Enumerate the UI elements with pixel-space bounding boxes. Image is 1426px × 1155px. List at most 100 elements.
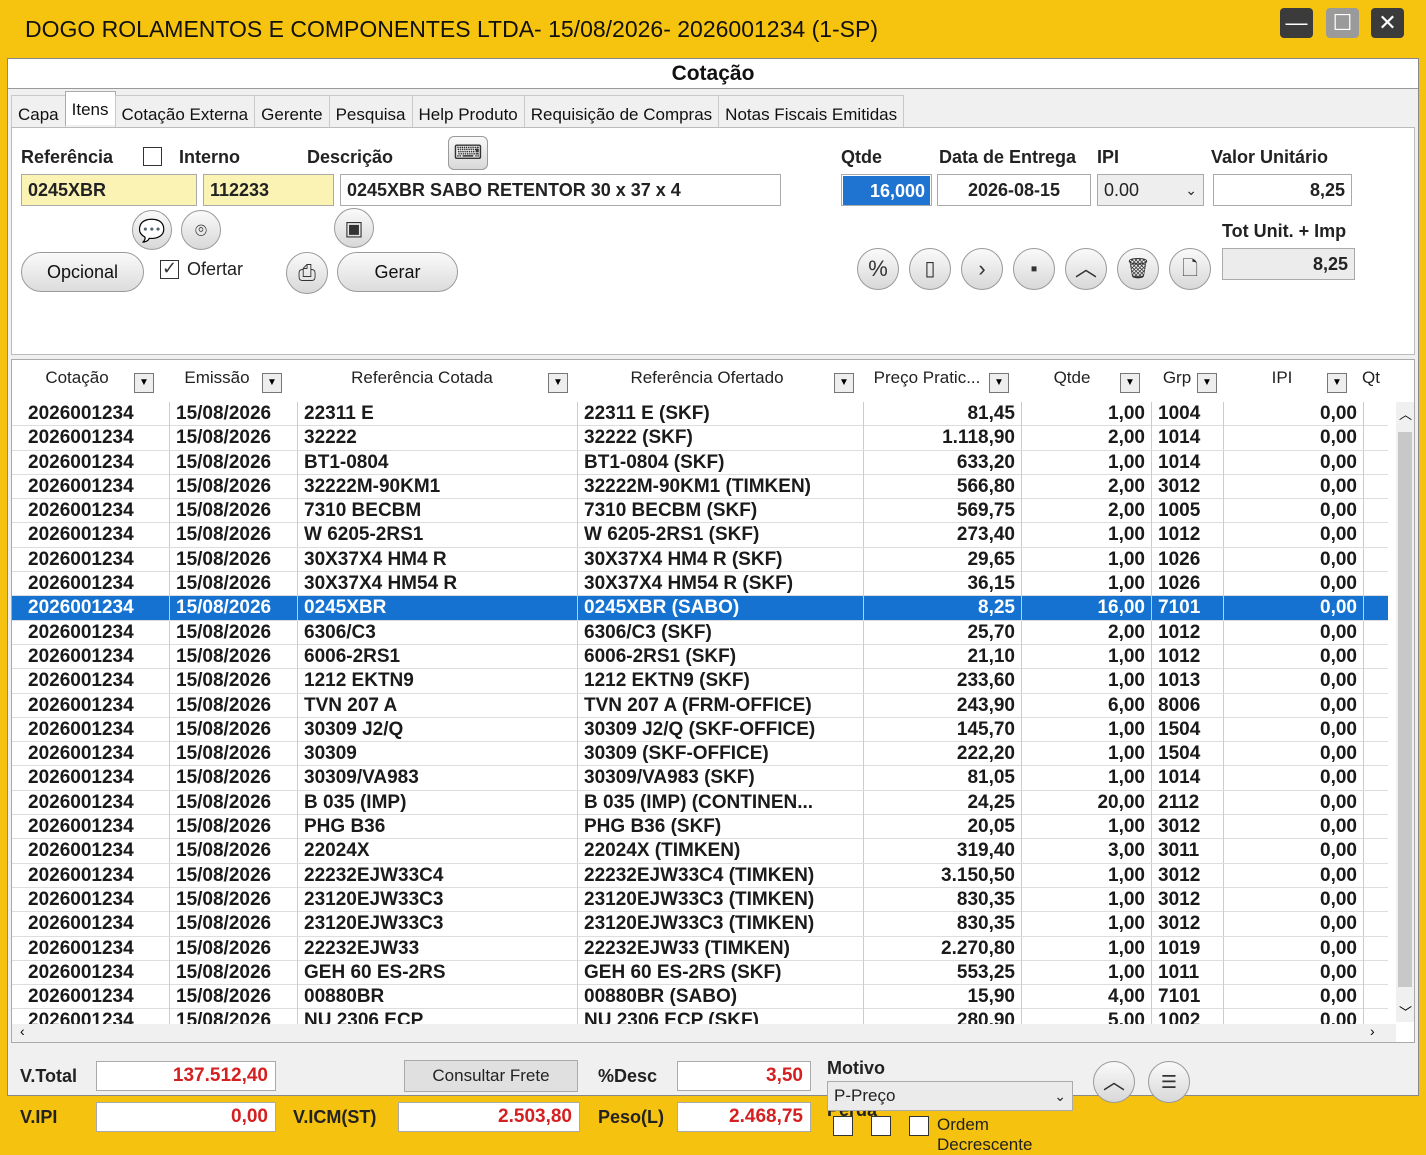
cell-cotacao: 2026001234 bbox=[22, 815, 170, 840]
chevron-down-icon[interactable]: ▼ bbox=[1120, 373, 1140, 393]
referencia-checkbox[interactable] bbox=[143, 147, 162, 166]
speech-bubble-icon[interactable]: 💬 bbox=[132, 210, 172, 250]
chevron-right-icon[interactable]: › bbox=[961, 248, 1003, 290]
chevron-up-icon[interactable]: ︿ bbox=[1065, 248, 1107, 290]
trash-icon[interactable]: 🗑 bbox=[1117, 248, 1159, 290]
chevron-down-icon: ⌄ bbox=[1185, 182, 1197, 198]
motivo-perda-select[interactable]: P-Preço ⌄ bbox=[827, 1081, 1073, 1111]
tab-help-produto[interactable]: Help Produto bbox=[411, 95, 525, 127]
col-preco-praticado[interactable]: Preço Pratic... bbox=[867, 360, 987, 394]
chevron-up-icon[interactable]: ︿ bbox=[1093, 1061, 1135, 1103]
table-row[interactable]: 2026001234 15/08/2026 TVN 207 A TVN 207 A (… bbox=[12, 693, 1388, 718]
save-icon[interactable]: ▪ bbox=[1013, 248, 1055, 290]
keyboard-icon[interactable]: ⌨ bbox=[448, 136, 488, 170]
table-row[interactable]: 2026001234 15/08/2026 6006-2RS1 6006-2RS1 (… bbox=[12, 644, 1388, 670]
percent-icon[interactable]: % bbox=[857, 248, 899, 290]
table-row[interactable]: 2026001234 15/08/2026 BT1-0804 BT1-0804 (SK… bbox=[12, 450, 1388, 475]
chevron-down-icon[interactable]: ▼ bbox=[1197, 373, 1217, 393]
scroll-down-icon[interactable]: ﹀ bbox=[1399, 1002, 1412, 1021]
qtde-input[interactable]: 16,000 bbox=[841, 174, 932, 206]
col-qt[interactable]: Qt bbox=[1362, 360, 1392, 394]
table-row[interactable]: 2026001234 15/08/2026 B 035 (IMP) B 035 (IM… bbox=[12, 790, 1388, 816]
package-icon[interactable]: ▣ bbox=[334, 208, 374, 248]
tab-requisicao-compras[interactable]: Requisição de Compras bbox=[523, 95, 720, 127]
cell-referencia-cotada: 6306/C3 bbox=[298, 620, 578, 645]
printer-icon[interactable]: ⎙ bbox=[286, 252, 328, 294]
consultar-frete-button[interactable]: Consultar Frete bbox=[404, 1060, 578, 1092]
scroll-right-icon[interactable]: › bbox=[1370, 1023, 1375, 1039]
cell-referencia-ofertado: 00880BR (SABO) bbox=[578, 985, 864, 1010]
gerar-button[interactable]: Gerar bbox=[337, 252, 458, 292]
tab-notas-fiscais[interactable]: Notas Fiscais Emitidas bbox=[718, 95, 905, 127]
cell-grp: 1011 bbox=[1152, 960, 1224, 985]
col-emissao[interactable]: Emissão bbox=[167, 360, 267, 394]
data-entrega-input[interactable]: 2026-08-15 bbox=[937, 174, 1091, 206]
table-row[interactable]: 2026001234 15/08/2026 22232EJW33 22232EJW33… bbox=[12, 936, 1388, 961]
ipi-select[interactable]: 0.00 ⌄ bbox=[1097, 174, 1204, 206]
chevron-down-icon[interactable]: ▼ bbox=[834, 373, 854, 393]
close-icon[interactable]: ✕ bbox=[1371, 8, 1404, 38]
referencia-input[interactable]: 0245XBR bbox=[21, 174, 197, 206]
col-referencia-ofertado[interactable]: Referência Ofertado bbox=[582, 360, 832, 394]
col-ipi[interactable]: IPI bbox=[1232, 360, 1332, 394]
table-row[interactable]: 2026001234 15/08/2026 0245XBR 0245XBR (SABO… bbox=[12, 596, 1388, 621]
table-row[interactable]: 2026001234 15/08/2026 PHG B36 PHG B36 (SKF)… bbox=[12, 815, 1388, 840]
chevron-down-icon[interactable]: ▼ bbox=[262, 373, 282, 393]
interno-input[interactable]: 112233 bbox=[203, 174, 334, 206]
table-row[interactable]: 2026001234 15/08/2026 1212 EKTN9 1212 EKTN9… bbox=[12, 669, 1388, 694]
table-row[interactable]: 2026001234 15/08/2026 GEH 60 ES-2RS GEH 60 … bbox=[12, 960, 1388, 986]
chevron-down-icon[interactable]: ▼ bbox=[548, 373, 568, 393]
ordem-decrescente-checkbox[interactable] bbox=[909, 1116, 929, 1136]
desc-input[interactable]: 3,50 bbox=[677, 1061, 811, 1091]
table-row[interactable]: 2026001234 15/08/2026 30X37X4 HM54 R 30X37X… bbox=[12, 572, 1388, 597]
table-row[interactable]: 2026001234 15/08/2026 W 6205-2RS1 W 6205-2R… bbox=[12, 523, 1388, 548]
minimize-icon[interactable]: — bbox=[1280, 8, 1313, 38]
tab-pesquisa[interactable]: Pesquisa bbox=[328, 95, 413, 127]
tab-gerente[interactable]: Gerente bbox=[254, 95, 330, 127]
cell-ipi: 0,00 bbox=[1224, 887, 1364, 912]
col-referencia-cotada[interactable]: Referência Cotada bbox=[302, 360, 542, 394]
scroll-up-icon[interactable]: ︿ bbox=[1399, 404, 1412, 423]
option-checkbox-1[interactable] bbox=[833, 1116, 853, 1136]
notebook-icon[interactable]: ▯ bbox=[909, 248, 951, 290]
option-checkbox-2[interactable] bbox=[871, 1116, 891, 1136]
binoculars-icon[interactable]: ⌾ bbox=[181, 210, 221, 250]
table-row[interactable]: 2026001234 15/08/2026 7310 BECBM 7310 BECBM… bbox=[12, 499, 1388, 524]
table-row[interactable]: 2026001234 15/08/2026 32222 32222 (SKF) 1.11… bbox=[12, 426, 1388, 451]
table-row[interactable]: 2026001234 15/08/2026 22024X 22024X (TIMKEN… bbox=[12, 839, 1388, 864]
table-row[interactable]: 2026001234 15/08/2026 23120EJW33C3 23120EJW… bbox=[12, 912, 1388, 937]
scroll-thumb[interactable] bbox=[1398, 432, 1412, 987]
table-row[interactable]: 2026001234 15/08/2026 32222M-90KM1 32222M-9… bbox=[12, 474, 1388, 500]
table-row[interactable]: 2026001234 15/08/2026 30X37X4 HM4 R 30X37X4… bbox=[12, 547, 1388, 573]
descricao-label: Descrição bbox=[307, 147, 394, 167]
table-row[interactable]: 2026001234 15/08/2026 30309/VA983 30309/VA9… bbox=[12, 766, 1388, 791]
table-row[interactable]: 2026001234 15/08/2026 22232EJW33C4 22232EJW… bbox=[12, 863, 1388, 888]
table-row[interactable]: 2026001234 15/08/2026 23120EJW33C3 23120EJW… bbox=[12, 887, 1388, 913]
table-row[interactable]: 2026001234 15/08/2026 30309 30309 (SKF-OFFI… bbox=[12, 742, 1388, 767]
scroll-left-icon[interactable]: ‹ bbox=[20, 1023, 25, 1039]
checklist-icon[interactable]: ☰ bbox=[1148, 1061, 1190, 1103]
tab-itens[interactable]: Itens bbox=[64, 91, 116, 125]
vertical-scrollbar[interactable]: ︿ ﹀ bbox=[1396, 402, 1414, 1022]
cell-preco: 566,80 bbox=[864, 474, 1022, 499]
descricao-input[interactable]: 0245XBR SABO RETENTOR 30 x 37 x 4 bbox=[340, 174, 781, 206]
table-row[interactable]: 2026001234 15/08/2026 30309 J2/Q 30309 J2/Q… bbox=[12, 717, 1388, 743]
col-grp[interactable]: Grp bbox=[1152, 360, 1202, 394]
table-row[interactable]: 2026001234 15/08/2026 00880BR 00880BR (SABO… bbox=[12, 985, 1388, 1010]
ofertar-checkbox[interactable] bbox=[160, 258, 179, 279]
opcional-button[interactable]: Opcional bbox=[21, 252, 144, 292]
col-qtde[interactable]: Qtde bbox=[1022, 360, 1122, 394]
maximize-icon[interactable]: ☐ bbox=[1326, 8, 1359, 38]
chevron-down-icon[interactable]: ▼ bbox=[989, 373, 1009, 393]
horizontal-scrollbar[interactable]: ‹ › bbox=[12, 1023, 1396, 1042]
table-row[interactable]: 2026001234 15/08/2026 22311 E 22311 E (SKF)… bbox=[12, 402, 1388, 427]
chevron-down-icon[interactable]: ▼ bbox=[1327, 373, 1347, 393]
cell-emissao: 15/08/2026 bbox=[170, 985, 298, 1010]
tab-capa[interactable]: Capa bbox=[11, 95, 66, 127]
col-cotacao[interactable]: Cotação bbox=[22, 360, 132, 394]
chevron-down-icon[interactable]: ▼ bbox=[134, 373, 154, 393]
valor-unitario-input[interactable]: 8,25 bbox=[1213, 174, 1352, 206]
table-row[interactable]: 2026001234 15/08/2026 6306/C3 6306/C3 (SKF)… bbox=[12, 620, 1388, 645]
new-document-icon[interactable]: 🗋 bbox=[1169, 248, 1211, 290]
tab-cotacao-externa[interactable]: Cotação Externa bbox=[114, 95, 256, 127]
